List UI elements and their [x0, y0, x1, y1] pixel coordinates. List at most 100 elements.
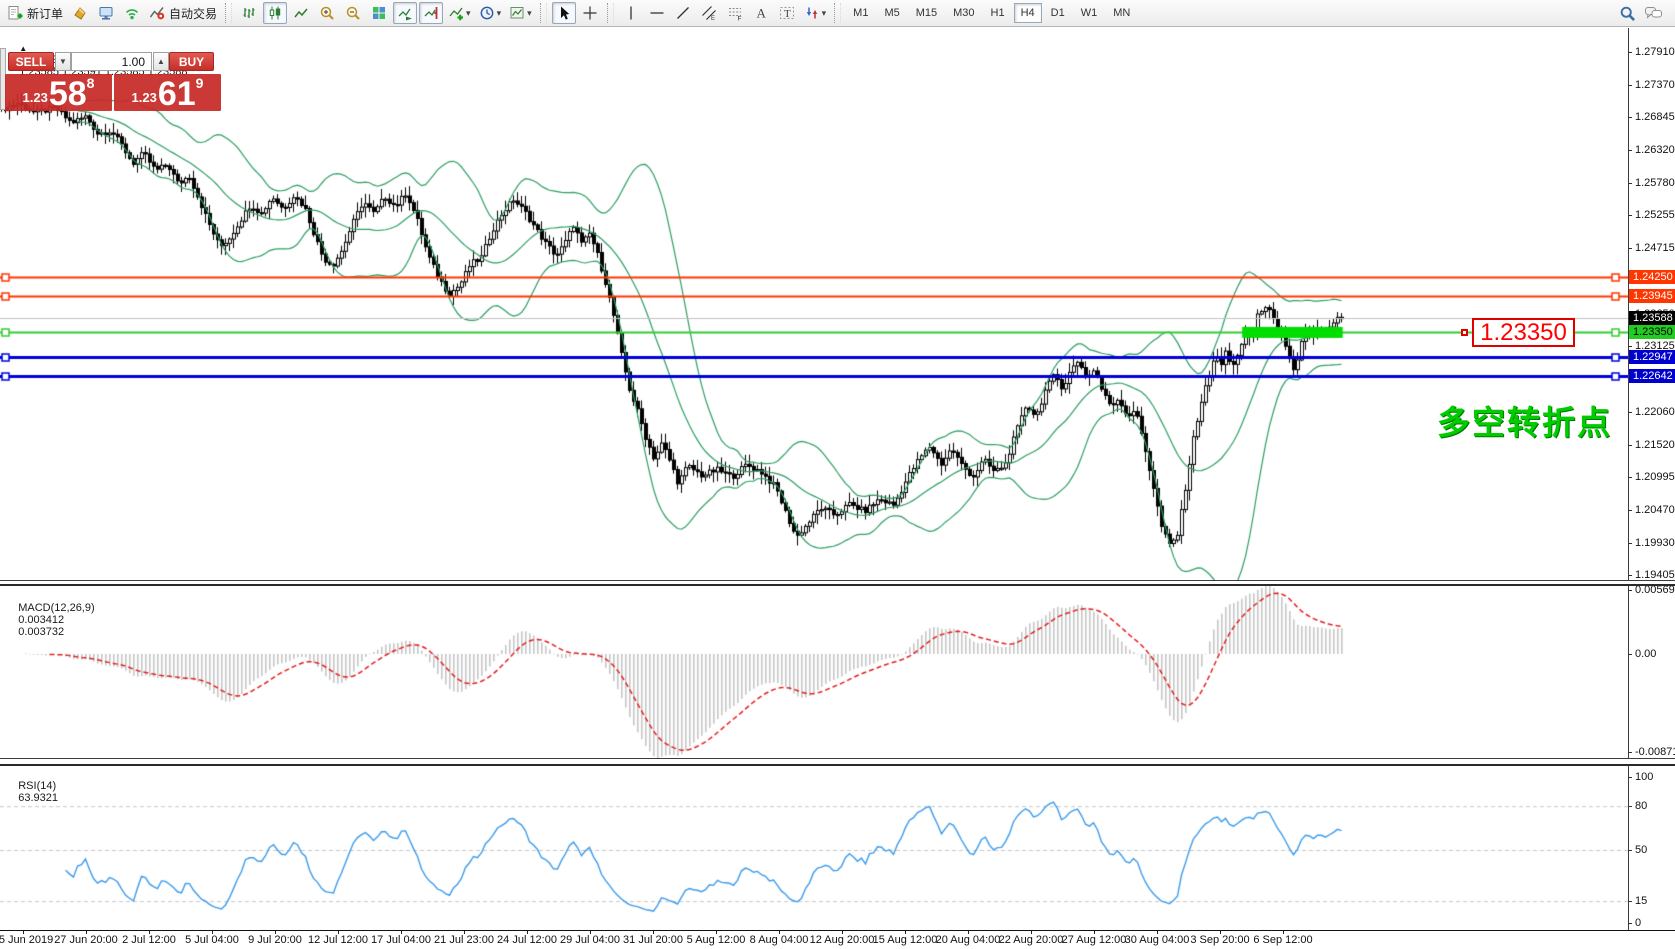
axis-tick-mark	[1628, 183, 1632, 184]
clock-icon	[479, 5, 495, 21]
price-tick-label: 1.26845	[1635, 111, 1675, 123]
templates-button[interactable]: ▾	[506, 2, 535, 24]
price-axis[interactable]: 1.279101.273701.268451.263201.257801.252…	[1629, 28, 1675, 930]
metaeditor-button[interactable]	[68, 2, 92, 24]
rsi-name: RSI(14)	[18, 780, 56, 792]
time-axis-label: 29 Jul 04:00	[560, 934, 620, 946]
callout-anchor-handle[interactable]	[1461, 329, 1468, 336]
rsi-indicator-label: RSI(14) 63.9321	[6, 768, 58, 816]
axis-tick-mark	[1628, 510, 1632, 511]
timeframe-button-m5[interactable]: M5	[877, 3, 906, 23]
time-tick-mark	[779, 931, 780, 934]
time-axis-label: 12 Jul 12:00	[308, 934, 368, 946]
chat-button[interactable]	[1641, 2, 1666, 24]
price-callout-label[interactable]: 1.23350	[1472, 318, 1575, 347]
chart-shift-icon	[423, 5, 439, 21]
buy-price-small: 1.23	[132, 90, 157, 105]
fibonacci-tool[interactable]: F	[723, 2, 747, 24]
axis-tick-mark	[1628, 543, 1632, 544]
horizontal-line-icon	[649, 5, 665, 21]
timeframe-button-mn[interactable]: MN	[1106, 3, 1137, 23]
sell-button[interactable]: SELL	[8, 52, 54, 71]
chart-shift-button[interactable]	[419, 2, 443, 24]
dropdown-caret: ▾	[497, 8, 502, 19]
volume-increase-button[interactable]: ▲	[153, 52, 169, 71]
rsi-scale-label: 15	[1635, 895, 1647, 907]
periods-button[interactable]: ▾	[476, 2, 505, 24]
new-order-icon	[7, 5, 23, 21]
time-tick-mark	[212, 931, 213, 934]
time-tick-mark	[149, 931, 150, 934]
axis-tick-mark	[1628, 52, 1632, 53]
axis-tick-mark	[1628, 150, 1632, 151]
rsi-pane-canvas[interactable]	[0, 766, 1628, 930]
macd-pane-canvas[interactable]	[0, 586, 1628, 758]
timeframe-button-h1[interactable]: H1	[984, 3, 1012, 23]
candlestick-chart-button[interactable]	[263, 2, 287, 24]
time-axis-label: 22 Aug 20:00	[999, 934, 1064, 946]
price-tick-label: 1.26320	[1635, 144, 1675, 156]
sell-price-pipette: 8	[87, 75, 95, 91]
tile-windows-button[interactable]	[367, 2, 391, 24]
market-watch-button[interactable]	[94, 2, 118, 24]
search-button[interactable]	[1615, 2, 1639, 24]
price-level-badge: 1.23945	[1629, 289, 1675, 303]
time-axis-label: 24 Jul 12:00	[497, 934, 557, 946]
time-tick-mark	[464, 931, 465, 934]
text-tool[interactable]: A	[749, 2, 773, 24]
bar-chart-button[interactable]	[237, 2, 261, 24]
auto-trading-button[interactable]: 自动交易	[146, 2, 220, 24]
timeframe-button-m1[interactable]: M1	[846, 3, 875, 23]
time-tick-mark	[86, 931, 87, 934]
main-chart-canvas[interactable]	[0, 28, 1628, 580]
timeframe-button-d1[interactable]: D1	[1044, 3, 1072, 23]
macd-name: MACD(12,26,9)	[18, 602, 94, 614]
zoom-out-button[interactable]	[341, 2, 365, 24]
cursor-icon	[556, 5, 572, 21]
timeframe-button-m15[interactable]: M15	[909, 3, 944, 23]
volume-input[interactable]: 1.00	[71, 52, 152, 71]
sell-price-box[interactable]: 1.23 58 8	[5, 74, 112, 111]
ohlc-bars-icon	[241, 5, 257, 21]
timeframe-button-h4[interactable]: H4	[1014, 3, 1042, 23]
signals-button[interactable]	[120, 2, 144, 24]
time-tick-mark	[1094, 931, 1095, 934]
time-axis[interactable]: 25 Jun 201927 Jun 20:002 Jul 12:005 Jul …	[0, 931, 1675, 949]
price-tick-label: 1.20470	[1635, 504, 1675, 516]
time-axis-label: 6 Sep 12:00	[1253, 934, 1312, 946]
toolbar: 新订单 自动交易	[0, 0, 1675, 27]
buy-price-box[interactable]: 1.23 61 9	[114, 74, 221, 111]
vertical-line-tool[interactable]	[619, 2, 643, 24]
macd-value: 0.003412	[18, 614, 64, 626]
channel-tool[interactable]: E	[697, 2, 721, 24]
axis-tick-mark	[1628, 248, 1632, 249]
cursor-tool-button[interactable]	[552, 2, 576, 24]
svg-text:F: F	[737, 16, 741, 22]
label-tool[interactable]: T	[775, 2, 799, 24]
timeframe-button-m30[interactable]: M30	[946, 3, 981, 23]
axis-tick-mark	[1628, 445, 1632, 446]
time-tick-mark	[1157, 931, 1158, 934]
arrows-tool[interactable]: ▾	[801, 2, 830, 24]
crosshair-tool-button[interactable]	[578, 2, 602, 24]
svg-text:A: A	[756, 6, 766, 21]
volume-decrease-button[interactable]: ▼	[55, 52, 71, 71]
pane-splitter[interactable]	[0, 758, 1675, 766]
new-order-button[interactable]: 新订单	[4, 2, 66, 24]
trendline-tool[interactable]	[671, 2, 695, 24]
timeframe-button-w1[interactable]: W1	[1074, 3, 1105, 23]
time-axis-label: 12 Aug 20:00	[810, 934, 875, 946]
axis-tick-mark	[1628, 215, 1632, 216]
horizontal-line-tool[interactable]	[645, 2, 669, 24]
turning-point-annotation[interactable]: 多空转折点	[1437, 396, 1612, 444]
price-tick-label: 1.22060	[1635, 406, 1675, 418]
auto-scroll-button[interactable]	[393, 2, 417, 24]
time-axis-label: 5 Jul 04:00	[185, 934, 239, 946]
zoom-in-button[interactable]	[315, 2, 339, 24]
pane-splitter[interactable]	[0, 580, 1675, 586]
indicators-button[interactable]: ▾	[445, 2, 474, 24]
line-chart-button[interactable]	[289, 2, 313, 24]
auto-trading-label: 自动交易	[169, 5, 217, 22]
axis-tick-mark	[1628, 412, 1632, 413]
buy-button[interactable]: BUY	[169, 52, 214, 71]
